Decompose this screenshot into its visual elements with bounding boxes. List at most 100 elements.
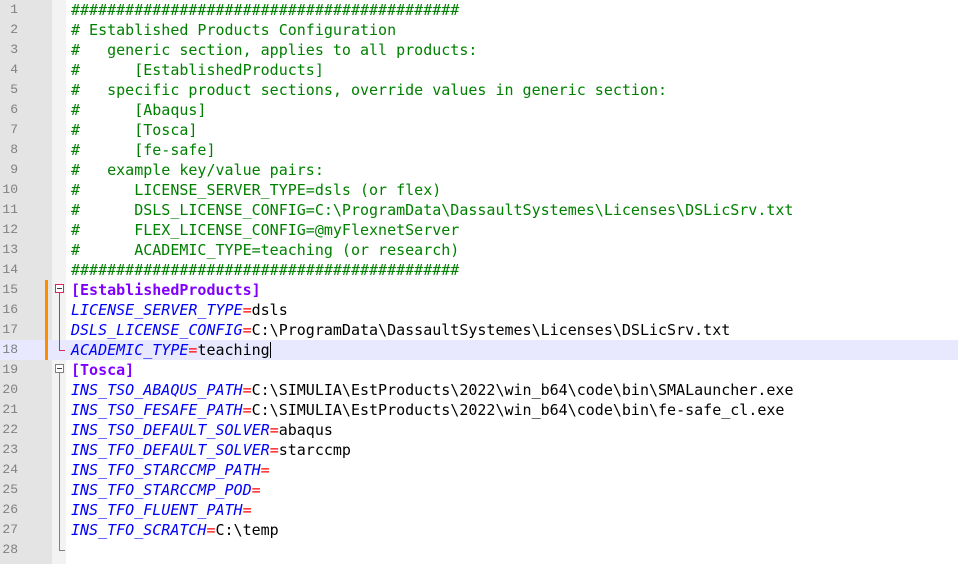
comment-text: # ACADEMIC_TYPE=teaching (or research) [71,241,460,259]
config-key: INS_TFO_SCRATCH [71,521,207,539]
line-number: 7 [10,122,18,137]
fold-line-icon [54,320,66,340]
comment-text: # [Tosca] [71,121,198,139]
text-editor[interactable]: 1 #######################################… [0,0,958,564]
line-number: 21 [2,402,18,417]
line-content: # DSLS_LICENSE_CONFIG=C:\ProgramData\Das… [71,200,793,220]
editor-line[interactable]: 3 # generic section, applies to all produ… [0,40,958,60]
line-number: 12 [2,222,18,237]
config-key: INS_TFO_FLUENT_PATH [71,501,243,519]
editor-line[interactable]: 6 # [Abaqus] [0,100,958,120]
editor-line[interactable]: 12 # FLEX_LICENSE_CONFIG=@myFlexnetServer [0,220,958,240]
fold-line-icon [54,440,66,460]
config-value: teaching [197,341,270,359]
line-content: DSLS_LICENSE_CONFIG=C:\ProgramData\Dassa… [71,320,730,340]
fold-toggle-icon[interactable] [54,360,66,380]
line-content: # [EstablishedProducts] [71,60,324,80]
comment-text: # Established Products Configuration [71,21,397,39]
fold-line-icon [54,520,66,540]
editor-line[interactable]: 5 # specific product sections, override v… [0,80,958,100]
line-content: ACADEMIC_TYPE=teaching [71,340,271,360]
line-content: # [Tosca] [71,120,197,140]
comment-text: # FLEX_LICENSE_CONFIG=@myFlexnetServer [71,221,460,239]
line-number: 4 [10,62,18,77]
line-number: 2 [10,22,18,37]
line-content: ########################################… [71,0,459,20]
editor-line[interactable]: 19 [Tosca] [0,360,958,380]
editor-line[interactable]: 18 ACADEMIC_TYPE=teaching [0,340,958,360]
config-value: starccmp [278,441,351,459]
comment-text: ########################################… [71,1,460,19]
config-key: INS_TSO_DEFAULT_SOLVER [71,421,270,439]
config-key: INS_TSO_ABAQUS_PATH [71,381,243,399]
line-number: 28 [2,542,18,557]
editor-line[interactable]: 24 INS_TFO_STARCCMP_PATH= [0,460,958,480]
editor-line[interactable]: 1 #######################################… [0,0,958,20]
line-content: # Established Products Configuration [71,20,396,40]
line-number: 1 [10,2,18,17]
editor-line[interactable]: 11 # DSLS_LICENSE_CONFIG=C:\ProgramData\D… [0,200,958,220]
editor-line[interactable]: 21 INS_TSO_FESAFE_PATH=C:\SIMULIA\EstProd… [0,400,958,420]
line-number: 26 [2,502,18,517]
config-value: C:\temp [215,521,279,539]
config-value: dsls [251,301,288,319]
editor-line[interactable]: 9 # example key/value pairs: [0,160,958,180]
editor-line[interactable]: 2 # Established Products Configuration [0,20,958,40]
line-content: INS_TFO_DEFAULT_SOLVER=starccmp [71,440,351,460]
line-number: 25 [2,482,18,497]
assign-operator: = [242,301,252,319]
line-content: INS_TFO_SCRATCH=C:\temp [71,520,279,540]
fold-toggle-icon[interactable] [54,280,66,300]
line-number: 27 [2,522,18,537]
editor-line[interactable]: 27 INS_TFO_SCRATCH=C:\temp [0,520,958,540]
editor-line[interactable]: 8 # [fe-safe] [0,140,958,160]
config-key: INS_TSO_FESAFE_PATH [71,401,243,419]
config-key: ACADEMIC_TYPE [71,341,189,359]
line-content: # specific product sections, override va… [71,80,667,100]
fold-line-icon [54,380,66,400]
editor-line[interactable]: 17 DSLS_LICENSE_CONFIG=C:\ProgramData\Das… [0,320,958,340]
fold-line-icon [54,480,66,500]
line-number: 18 [2,342,18,357]
editor-line[interactable]: 28 [0,540,958,560]
comment-text: # [fe-safe] [71,141,216,159]
line-number: 11 [2,202,18,217]
editor-line[interactable]: 15 [EstablishedProducts] [0,280,958,300]
line-number: 19 [2,362,18,377]
line-content: [EstablishedProducts] [71,280,261,300]
assign-operator: = [269,421,279,439]
assign-operator: = [242,501,252,519]
assign-operator: = [251,481,261,499]
editor-line[interactable]: 10 # LICENSE_SERVER_TYPE=dsls (or flex) [0,180,958,200]
fold-line-icon [54,340,66,360]
line-content: ########################################… [71,260,459,280]
line-content: INS_TSO_ABAQUS_PATH=C:\SIMULIA\EstProduc… [71,380,793,400]
editor-line[interactable]: 26 INS_TFO_FLUENT_PATH= [0,500,958,520]
line-content: INS_TSO_DEFAULT_SOLVER=abaqus [71,420,333,440]
comment-text: # specific product sections, override va… [71,81,668,99]
editor-line[interactable]: 4 # [EstablishedProducts] [0,60,958,80]
fold-line-icon [54,300,66,320]
config-value: C:\ProgramData\DassaultSystemes\Licenses… [251,321,731,339]
editor-line[interactable]: 23 INS_TFO_DEFAULT_SOLVER=starccmp [0,440,958,460]
fold-line-icon [54,540,66,560]
line-number: 23 [2,442,18,457]
editor-line[interactable]: 22 INS_TSO_DEFAULT_SOLVER=abaqus [0,420,958,440]
line-content: # [Abaqus] [71,100,206,120]
comment-text: # [Abaqus] [71,101,207,119]
comment-text: ########################################… [71,261,460,279]
editor-line[interactable]: 13 # ACADEMIC_TYPE=teaching (or research) [0,240,958,260]
section-header: [EstablishedProducts] [71,281,261,299]
editor-line[interactable]: 25 INS_TFO_STARCCMP_POD= [0,480,958,500]
comment-text: # LICENSE_SERVER_TYPE=dsls (or flex) [71,181,442,199]
editor-line[interactable]: 20 INS_TSO_ABAQUS_PATH=C:\SIMULIA\EstProd… [0,380,958,400]
editor-line[interactable]: 7 # [Tosca] [0,120,958,140]
assign-operator: = [206,521,216,539]
fold-line-icon [54,460,66,480]
editor-line[interactable]: 16 LICENSE_SERVER_TYPE=dsls [0,300,958,320]
line-number: 16 [2,302,18,317]
config-value: C:\SIMULIA\EstProducts\2022\win_b64\code… [251,401,785,419]
assign-operator: = [242,381,252,399]
fold-line-icon [54,400,66,420]
editor-line[interactable]: 14 ######################################… [0,260,958,280]
